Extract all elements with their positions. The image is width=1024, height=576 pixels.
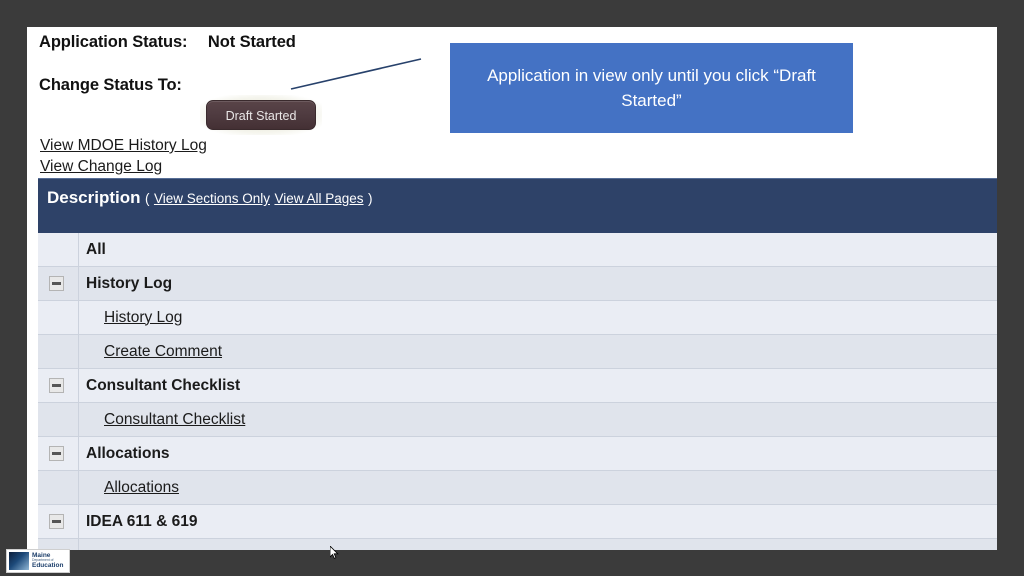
paren-close: ): [367, 191, 373, 206]
collapse-minus-icon[interactable]: [49, 378, 64, 393]
tree-item-link[interactable]: Create Comment: [104, 335, 222, 368]
collapse-minus-icon[interactable]: [49, 514, 64, 529]
tree-toggle-cell: [38, 335, 79, 368]
tree-toggle-cell: [38, 505, 79, 538]
logo-line-education: Education: [32, 561, 64, 569]
tree-group-label: Allocations: [86, 444, 170, 462]
view-change-log-link[interactable]: View Change Log: [40, 158, 162, 176]
view-mdoe-history-log-link[interactable]: View MDOE History Log: [40, 137, 207, 155]
table-row: History Log: [38, 301, 997, 335]
tree-toggle-cell: [38, 267, 79, 300]
application-status-label: Application Status:: [39, 33, 188, 51]
table-row: Allocations: [38, 437, 997, 471]
paren-open: (: [144, 191, 150, 206]
maine-doe-logo: Maine Department of Education: [6, 549, 70, 573]
view-all-pages-link[interactable]: View All Pages: [274, 191, 363, 206]
tree-toggle-cell: [38, 471, 79, 504]
callout-box: Application in view only until you click…: [450, 43, 853, 133]
description-title: Description: [47, 188, 141, 207]
slide-canvas: Application Status: Not Started Change S…: [0, 0, 1024, 576]
tree-toggle-cell: [38, 233, 79, 266]
table-row: IDEA 611 & 619: [38, 505, 997, 539]
callout-text: Application in view only until you click…: [487, 66, 816, 110]
tree-toggle-cell: [38, 437, 79, 470]
tree-item-link[interactable]: Allocations: [104, 471, 179, 504]
tree-item-link[interactable]: Consultant Checklist: [104, 403, 245, 436]
view-sections-only-link[interactable]: View Sections Only: [154, 191, 270, 206]
table-row: Consultant Checklist: [38, 403, 997, 437]
tree-toggle-cell: [38, 369, 79, 402]
application-status-row: Application Status: Not Started: [39, 33, 296, 52]
tree-group-label: All: [86, 240, 106, 258]
change-status-label: Change Status To:: [39, 76, 182, 94]
tree-group-label: IDEA 611 & 619: [86, 512, 198, 530]
tree-toggle-cell: [38, 301, 79, 334]
table-row: Allocations: [38, 471, 997, 505]
draft-started-button[interactable]: Draft Started: [206, 100, 316, 130]
bottom-band: [0, 550, 1024, 576]
section-tree-table: All History Log History Log Create Comment C…: [38, 233, 997, 555]
tree-toggle-cell: [38, 403, 79, 436]
collapse-minus-icon[interactable]: [49, 446, 64, 461]
tree-group-label: Consultant Checklist: [86, 376, 241, 394]
table-row: Create Comment: [38, 335, 997, 369]
maine-doe-logo-mark-icon: [9, 552, 29, 570]
table-row: History Log: [38, 267, 997, 301]
description-header-bar: Description ( View Sections Only View Al…: [38, 178, 997, 233]
change-status-row: Change Status To:: [39, 76, 182, 95]
table-row: Consultant Checklist: [38, 369, 997, 403]
application-status-value: Not Started: [207, 33, 296, 51]
table-row: All: [38, 233, 997, 267]
collapse-minus-icon[interactable]: [49, 276, 64, 291]
tree-group-label: History Log: [86, 274, 173, 292]
tree-item-link[interactable]: History Log: [104, 301, 182, 334]
maine-doe-logo-text: Maine Department of Education: [32, 552, 64, 569]
draft-started-button-highlight: Draft Started: [200, 95, 322, 135]
